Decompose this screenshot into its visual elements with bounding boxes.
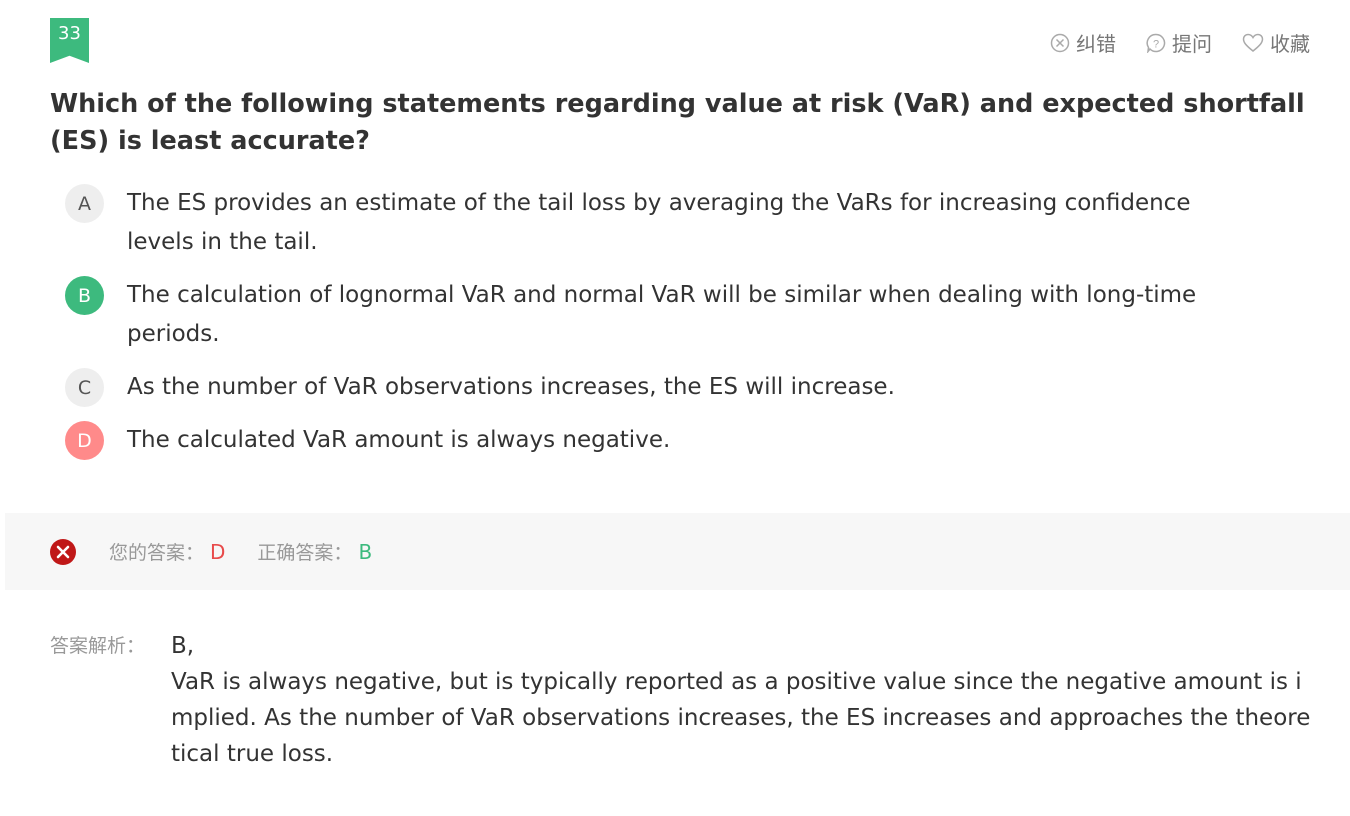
heart-icon	[1242, 33, 1264, 53]
option-b[interactable]: B The calculation of lognormal VaR and n…	[65, 276, 1265, 354]
answer-result-bar: 您的答案： D 正确答案： B	[5, 513, 1350, 590]
option-a[interactable]: A The ES provides an estimate of the tai…	[65, 184, 1265, 262]
question-text: Which of the following statements regard…	[50, 89, 1305, 156]
option-b-text: The calculation of lognormal VaR and nor…	[127, 282, 1197, 347]
option-c[interactable]: C As the number of VaR observations incr…	[65, 368, 1265, 407]
ask-question-button[interactable]: ? 提问	[1146, 28, 1212, 57]
question-number-badge: 33	[50, 18, 89, 63]
explanation-label: 答案解析：	[50, 635, 146, 657]
question-bubble-icon: ?	[1146, 33, 1166, 53]
option-a-text: The ES provides an estimate of the tail …	[127, 190, 1191, 255]
your-answer-value: D	[210, 539, 226, 564]
your-answer-label: 您的答案：	[109, 542, 205, 564]
question-toolbar: 纠错 ? 提问 收藏	[1050, 28, 1310, 57]
answer-options: A The ES provides an estimate of the tai…	[65, 184, 1265, 474]
question-number: 33	[58, 23, 81, 44]
report-error-button[interactable]: 纠错	[1050, 28, 1116, 57]
option-d-text: The calculated VaR amount is always nega…	[127, 427, 671, 453]
correct-answer-label: 正确答案：	[257, 542, 353, 564]
report-error-label: 纠错	[1076, 32, 1116, 56]
option-d[interactable]: D The calculated VaR amount is always ne…	[65, 421, 1265, 460]
option-c-letter: C	[65, 368, 104, 407]
explanation-text: VaR is always negative, but is typically…	[171, 669, 1311, 767]
close-circle-icon	[1050, 33, 1070, 53]
explanation-body: B, VaR is always negative, but is typica…	[171, 628, 1311, 772]
ask-question-label: 提问	[1172, 32, 1212, 56]
option-d-letter: D	[65, 421, 104, 460]
svg-text:?: ?	[1153, 38, 1159, 50]
option-c-text: As the number of VaR observations increa…	[127, 374, 895, 400]
explanation-answer-line: B,	[171, 633, 195, 659]
option-a-letter: A	[65, 184, 104, 223]
wrong-answer-icon	[50, 538, 76, 565]
option-b-letter: B	[65, 276, 104, 315]
favorite-label: 收藏	[1270, 32, 1310, 56]
favorite-button[interactable]: 收藏	[1242, 28, 1310, 57]
answer-explanation: 答案解析： B, VaR is always negative, but is …	[50, 628, 1311, 772]
correct-answer-value: B	[358, 539, 373, 564]
